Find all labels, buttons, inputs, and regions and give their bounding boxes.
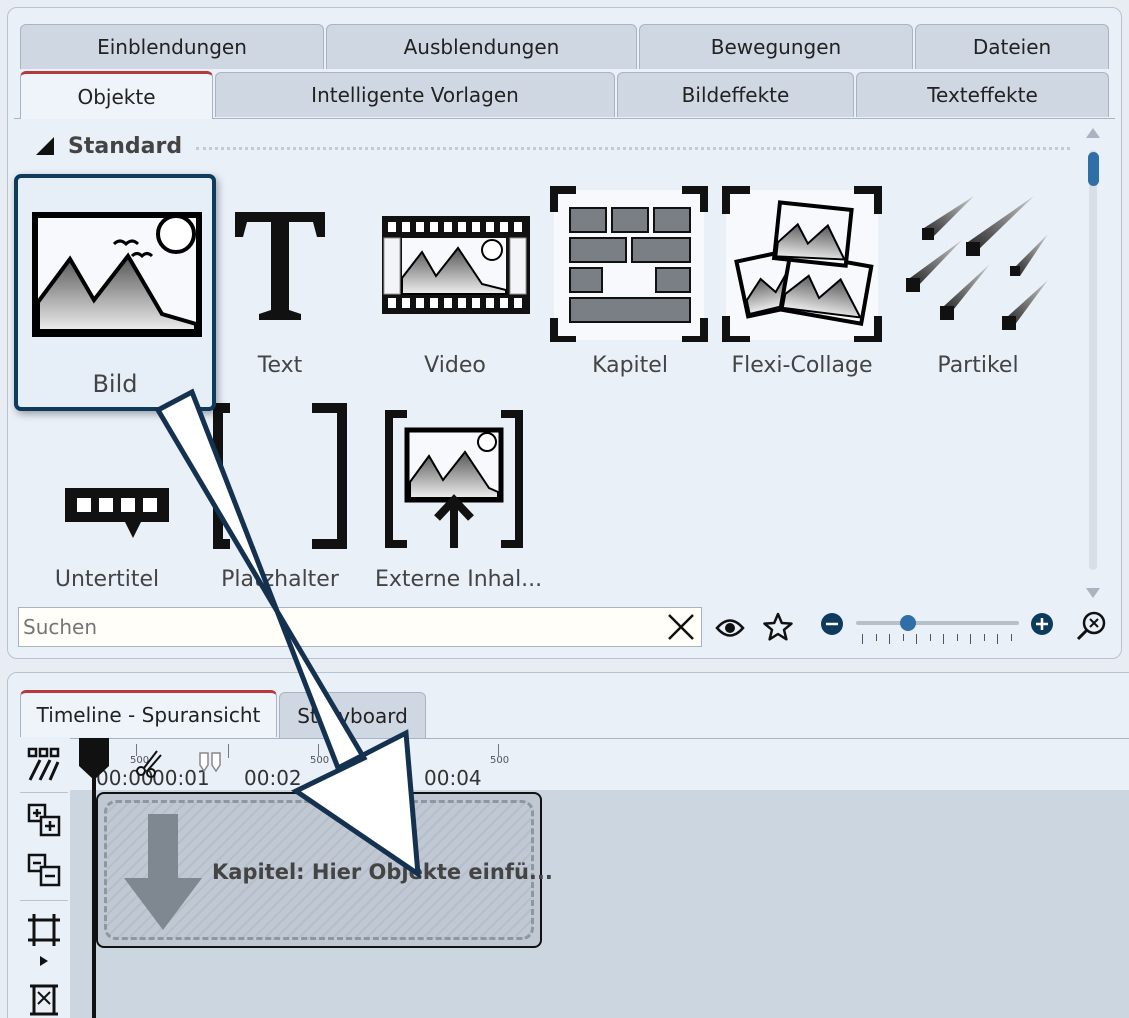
chapter-icon (550, 186, 708, 342)
marker-icon[interactable] (196, 750, 226, 776)
chapter-clip[interactable]: Kapitel: Hier Objekte einfü... (96, 792, 553, 948)
tab-texteffekte[interactable]: Texteffekte (856, 72, 1109, 117)
tab-bewegungen[interactable]: Bewegungen (639, 24, 913, 69)
toolbar-divider (20, 900, 68, 901)
playhead-line[interactable] (92, 750, 96, 1018)
arrow-down-icon (124, 814, 202, 930)
ruler-tick (228, 744, 229, 758)
object-label: Text (257, 353, 303, 378)
particle-icon (906, 196, 1048, 330)
fit-frame-icon[interactable] (24, 980, 64, 1018)
zoom-out-icon[interactable] (819, 611, 845, 637)
clear-icon[interactable] (661, 607, 701, 647)
text-icon (235, 212, 325, 320)
object-text[interactable]: Text (200, 182, 360, 397)
object-label: Bild (92, 370, 138, 398)
scroll-thumb[interactable] (1088, 152, 1099, 186)
image-icon (32, 212, 202, 337)
scroll-up-icon[interactable] (1086, 128, 1100, 138)
object-flexi-collage[interactable]: Flexi-Collage (722, 182, 882, 397)
tab-intelligente-vorlagen[interactable]: Intelligente Vorlagen (215, 72, 615, 117)
expand-arrow-icon[interactable] (24, 950, 64, 972)
star-icon[interactable] (760, 609, 796, 645)
tab-ausblendungen[interactable]: Ausblendungen (326, 24, 637, 69)
remove-track-icon[interactable] (24, 850, 64, 890)
split-tool-icon[interactable] (24, 744, 64, 784)
tab-timeline[interactable]: Timeline - Spuransicht (20, 690, 277, 737)
subtitle-icon (65, 488, 169, 538)
scroll-track[interactable] (1089, 150, 1097, 570)
add-track-icon[interactable] (24, 800, 64, 840)
video-icon (381, 216, 530, 314)
scroll-down-icon[interactable] (1086, 588, 1100, 598)
placeholder-icon (213, 403, 347, 549)
external-content-icon (385, 410, 523, 548)
search-bar (18, 607, 702, 647)
object-bild[interactable]: Bild (14, 174, 216, 411)
object-label: Kapitel (592, 353, 668, 378)
section-divider (196, 146, 1070, 150)
object-scrollbar[interactable] (1082, 128, 1104, 598)
scissors-icon[interactable] (134, 748, 164, 780)
object-video[interactable]: Video (375, 182, 535, 397)
eye-icon[interactable] (713, 611, 747, 645)
object-label: Untertitel (54, 567, 160, 592)
zoom-slider-ticks (862, 634, 1012, 644)
ruler-time-label: 00:04 (424, 766, 482, 790)
tab-bildeffekte[interactable]: Bildeffekte (617, 72, 854, 117)
toolbar-divider (20, 792, 68, 793)
ruler-tick (408, 744, 409, 758)
object-label: Partikel (937, 353, 1019, 378)
zoom-fit-icon[interactable] (1074, 609, 1108, 643)
crop-frame-icon[interactable] (24, 910, 64, 950)
ruler-time-label: 00:02 (244, 766, 302, 790)
object-label: Externe Inhal... (375, 567, 543, 592)
collapse-triangle-icon[interactable] (36, 137, 54, 155)
object-label: Flexi-Collage (731, 353, 873, 378)
collage-icon (722, 186, 882, 342)
ruler-minor-label: 500 (490, 755, 510, 766)
zoom-slider-track[interactable] (856, 621, 1019, 625)
playhead-handle[interactable] (78, 738, 110, 780)
zoom-in-icon[interactable] (1029, 611, 1055, 637)
object-untertitel[interactable]: Untertitel (27, 410, 187, 625)
ruler-time-label: 00:03 (334, 766, 392, 790)
tab-dateien[interactable]: Dateien (915, 24, 1109, 69)
chapter-label: Kapitel: Hier Objekte einfü... (212, 860, 553, 884)
object-label: Video (424, 353, 486, 378)
timeline-toolbar (16, 740, 70, 1018)
tab-einblendungen[interactable]: Einblendungen (20, 24, 324, 69)
search-input[interactable] (19, 608, 661, 646)
object-platzhalter[interactable]: Platzhalter (200, 400, 360, 615)
tab-objekte[interactable]: Objekte (20, 71, 213, 119)
ruler-minor-label: 500 (310, 755, 330, 766)
section-label: Standard (68, 133, 183, 159)
object-label: Platzhalter (221, 567, 339, 592)
object-partikel[interactable]: Partikel (898, 182, 1058, 397)
tab-storyboard[interactable]: Storyboard (279, 692, 426, 739)
object-externe-inhalte[interactable]: Externe Inhal... (375, 400, 543, 615)
section-header-standard[interactable]: Standard (30, 130, 1070, 162)
object-kapitel[interactable]: Kapitel (550, 182, 710, 397)
